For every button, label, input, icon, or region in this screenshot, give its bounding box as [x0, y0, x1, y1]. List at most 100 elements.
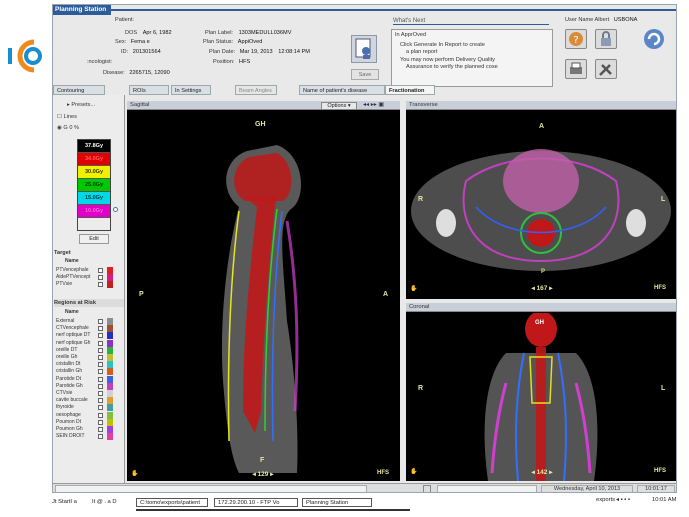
task-planning-station[interactable]: Planning Station	[302, 498, 372, 507]
region-row[interactable]: cristallin Dt	[56, 361, 124, 369]
region-visibility-checkbox[interactable]	[98, 355, 103, 360]
region-visibility-checkbox[interactable]	[98, 427, 103, 432]
target-color-swatch[interactable]	[107, 281, 113, 289]
region-color-swatch[interactable]	[107, 404, 113, 412]
tab-settings[interactable]: In Settings	[171, 85, 211, 95]
dose-level-5[interactable]: 15.0Gy	[78, 192, 110, 205]
tab-disease-name[interactable]: Name of patient's disease	[299, 85, 385, 95]
region-color-swatch[interactable]	[107, 418, 113, 426]
sagittal-view[interactable]: Sagittal Options ▾ ◂◂ ▸▸ ▣ GH P A F HFS …	[127, 101, 400, 481]
dose-level-3[interactable]: 30.0Gy	[78, 166, 110, 179]
save-button[interactable]: Save	[351, 69, 379, 80]
region-visibility-checkbox[interactable]	[98, 398, 103, 404]
tray-icons[interactable]: ◂ ▪ ▪ ▪	[616, 496, 630, 505]
presets-link[interactable]: ▸ Presets...	[67, 102, 95, 109]
region-row[interactable]: CTVencephale	[56, 325, 124, 333]
options-button[interactable]: Options ▾	[321, 102, 357, 110]
region-row[interactable]: oreille DT	[56, 346, 124, 354]
print-icon[interactable]	[565, 59, 587, 79]
report-icon[interactable]	[351, 35, 377, 63]
region-color-swatch[interactable]	[107, 332, 113, 340]
region-row[interactable]: nerf optique DT	[56, 332, 124, 340]
region-color-swatch[interactable]	[107, 426, 113, 433]
region-row[interactable]: thyroide	[56, 404, 124, 412]
region-visibility-checkbox[interactable]	[98, 434, 103, 440]
region-color-swatch[interactable]	[107, 411, 113, 419]
region-color-swatch[interactable]	[107, 354, 113, 361]
region-visibility-checkbox[interactable]	[98, 326, 103, 332]
target-row[interactable]: PTVsie	[56, 281, 124, 289]
dose-level-4[interactable]: 25.0Gy	[78, 179, 110, 192]
user-name: USBONA	[613, 17, 638, 23]
slice-nav-buttons[interactable]: ◂◂ ▸▸ ▣	[363, 102, 397, 110]
region-color-swatch[interactable]	[107, 433, 113, 441]
region-color-swatch[interactable]	[107, 346, 113, 354]
tab-beam-angles[interactable]: Beam Angles	[235, 85, 277, 95]
region-visibility-checkbox[interactable]	[98, 340, 103, 346]
task-explorer[interactable]: C:\tomo\exports\patient	[136, 498, 208, 507]
target-visibility-checkbox[interactable]	[98, 268, 103, 273]
region-row[interactable]: oreille Gh	[56, 354, 124, 361]
region-visibility-checkbox[interactable]	[98, 391, 103, 396]
region-row[interactable]: Parotide Gh	[56, 382, 124, 390]
help-icon[interactable]: ?	[565, 29, 587, 49]
edit-button[interactable]: Edit	[79, 234, 109, 244]
region-color-swatch[interactable]	[107, 382, 113, 390]
region-visibility-checkbox[interactable]	[98, 419, 103, 425]
refresh-icon[interactable]	[641, 27, 667, 51]
region-color-swatch[interactable]	[107, 390, 113, 397]
transverse-view[interactable]: Transverse A R L P HFS ✋ ◂ 167 ▸	[406, 101, 676, 299]
region-name: Parotide Dt	[56, 375, 82, 382]
dose-level-2[interactable]: 34.0Gy	[78, 153, 110, 166]
dose-level-1[interactable]: 37.8Gy	[78, 140, 110, 153]
region-color-swatch[interactable]	[107, 375, 113, 383]
target-visibility-checkbox[interactable]	[98, 282, 103, 288]
region-visibility-checkbox[interactable]	[98, 362, 103, 368]
target-row[interactable]: PTVencephale	[56, 267, 124, 274]
region-row[interactable]: Poumon Gh	[56, 426, 124, 433]
dose-level-6[interactable]: 10.0Gy	[78, 205, 110, 218]
coronal-view[interactable]: Coronal GH R L HFS ✋ ◂ 142 ▸	[406, 303, 676, 481]
task-ftp[interactable]: 172.29.200.10 - FTP Vo	[214, 498, 298, 507]
region-row[interactable]: Poumon Dt	[56, 418, 124, 426]
tab-rois[interactable]: ROIs	[129, 85, 169, 95]
region-row[interactable]: oesophage	[56, 411, 124, 419]
region-visibility-checkbox[interactable]	[98, 412, 103, 418]
region-visibility-checkbox[interactable]	[98, 369, 103, 375]
start-button[interactable]: Jt StartI a	[52, 498, 77, 507]
target-visibility-checkbox[interactable]	[98, 275, 103, 281]
region-visibility-checkbox[interactable]	[98, 319, 103, 324]
coronal-slice-number: ◂ 142 ▸	[531, 469, 553, 476]
lock-icon[interactable]	[595, 29, 617, 49]
dose-slider-handle[interactable]	[113, 207, 118, 212]
tab-fractionation[interactable]: Fractionation	[385, 85, 435, 95]
region-visibility-checkbox[interactable]	[98, 333, 103, 339]
region-color-swatch[interactable]	[107, 361, 113, 369]
region-row[interactable]: nerf optique Gh	[56, 339, 124, 347]
lines-row[interactable]: ☐ Lines	[57, 114, 77, 121]
region-row[interactable]: CTVsie	[56, 390, 124, 397]
region-color-swatch[interactable]	[107, 368, 113, 376]
region-color-swatch[interactable]	[107, 339, 113, 347]
settings-tools-icon[interactable]	[595, 59, 617, 79]
target-row[interactable]: AidePTVencept	[56, 274, 124, 282]
target-color-swatch[interactable]	[107, 274, 113, 282]
region-color-swatch[interactable]	[107, 325, 113, 333]
region-row[interactable]: Parotide Dt	[56, 375, 124, 383]
region-color-swatch[interactable]	[107, 397, 113, 405]
region-row[interactable]: SEIN DROIT	[56, 433, 124, 441]
region-name: thyroide	[56, 404, 74, 411]
region-row[interactable]: cristallin Gh	[56, 368, 124, 376]
tab-contouring[interactable]: Contouring	[53, 85, 105, 95]
tray-label: exports	[596, 497, 616, 503]
region-visibility-checkbox[interactable]	[98, 347, 103, 353]
region-visibility-checkbox[interactable]	[98, 376, 103, 382]
region-row[interactable]: cavite buccale	[56, 397, 124, 405]
percent-row[interactable]: ◉ G 0 %	[57, 125, 79, 132]
target-color-swatch[interactable]	[107, 267, 113, 274]
region-visibility-checkbox[interactable]	[98, 383, 103, 389]
quick-launch[interactable]: It @ . a D	[92, 498, 117, 507]
region-color-swatch[interactable]	[107, 318, 113, 325]
region-visibility-checkbox[interactable]	[98, 405, 103, 411]
region-row[interactable]: External	[56, 318, 124, 325]
